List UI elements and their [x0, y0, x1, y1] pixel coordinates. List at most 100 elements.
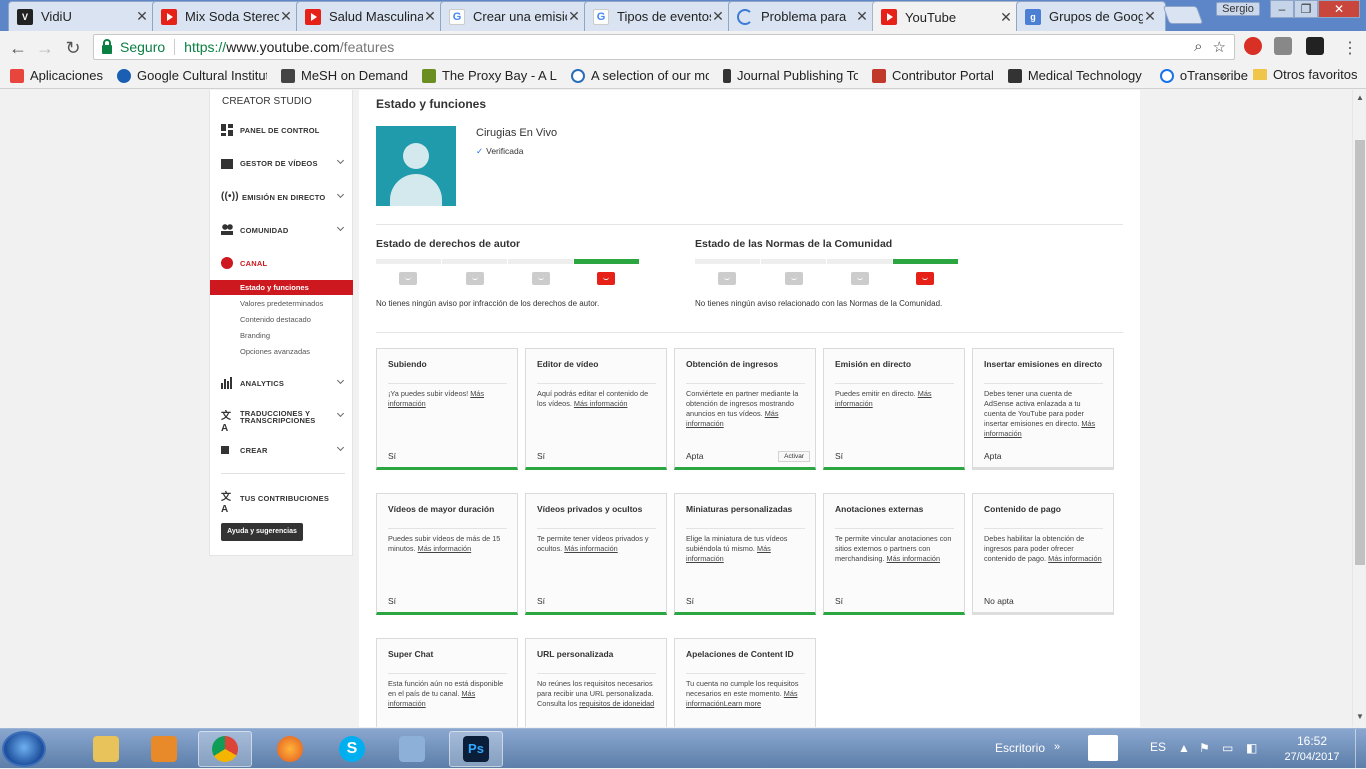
nav-video-manager[interactable]: GESTOR DE VÍDEOS	[210, 153, 353, 173]
bookmark-otranscribe[interactable]: oTranscribe	[1159, 68, 1248, 83]
new-tab-button[interactable]	[1162, 6, 1204, 24]
taskbar-firefox[interactable]	[263, 731, 317, 767]
lock-icon	[102, 38, 112, 54]
minimize-button[interactable]: –	[1270, 0, 1294, 18]
bookmark-mesh[interactable]: MeSH on Demand	[281, 68, 408, 83]
tab-problema[interactable]: Problema para ✕	[728, 1, 878, 31]
bookmarks-overflow-icon[interactable]: »	[1220, 68, 1227, 83]
feature-card-title: Anotaciones externas	[835, 504, 924, 514]
tab-salud-masculina[interactable]: Salud Masculina ✕	[296, 1, 446, 31]
scroll-down-icon[interactable]: ▼	[1356, 712, 1364, 721]
channel-avatar[interactable]	[376, 126, 456, 206]
scroll-up-icon[interactable]: ▲	[1356, 93, 1364, 102]
taskbar-chrome[interactable]	[198, 731, 252, 767]
bookmark-journal-publishing[interactable]: Journal Publishing Tools	[722, 68, 858, 83]
close-window-button[interactable]: ✕	[1318, 0, 1360, 18]
channel-name[interactable]: Cirugias En Vivo	[476, 127, 557, 139]
taskbar-control-panel[interactable]	[385, 731, 439, 767]
close-tab-icon[interactable]: ✕	[135, 8, 149, 25]
more-info-link[interactable]: Más información	[564, 544, 618, 553]
close-tab-icon[interactable]: ✕	[279, 8, 293, 25]
bookmark-selection[interactable]: A selection of our most	[570, 68, 709, 83]
help-feedback-button[interactable]: Ayuda y sugerencias	[221, 523, 303, 541]
bookmark-star-icon[interactable]: ☆	[1213, 38, 1226, 56]
activate-button[interactable]: Activar	[778, 451, 810, 462]
more-info-link[interactable]: Más información	[418, 544, 472, 553]
other-bookmarks[interactable]: Otros favoritos	[1253, 67, 1358, 82]
bookmarks-bar: Aplicaciones Google Cultural Institute M…	[0, 63, 1366, 89]
nav-contributions[interactable]: 文A TUS CONTRIBUCIONES	[210, 488, 353, 515]
bookmark-google-cultural[interactable]: Google Cultural Institute	[117, 68, 267, 83]
dashboard-icon	[221, 124, 233, 136]
close-tab-icon[interactable]: ✕	[423, 8, 437, 25]
feature-card-status: No apta	[984, 596, 1014, 606]
volume-icon[interactable]: ◧	[1246, 741, 1257, 755]
clock-date[interactable]: 27/04/2017	[1282, 751, 1342, 763]
scrollbar-thumb[interactable]	[1355, 140, 1365, 565]
language-indicator[interactable]: ES	[1150, 740, 1166, 754]
taskbar-explorer[interactable]	[79, 731, 133, 767]
bookmark-label: Medical Technology News	[1027, 68, 1146, 83]
close-tab-icon[interactable]: ✕	[999, 9, 1013, 26]
feature-card-description: Puedes emitir en directo. Más informació…	[835, 389, 954, 409]
secure-label: Seguro	[120, 39, 176, 55]
more-info-link[interactable]: Más información	[887, 554, 941, 563]
tab-youtube[interactable]: YouTube ✕	[872, 1, 1022, 32]
amazon-extension-icon[interactable]	[1306, 37, 1324, 55]
more-info-link[interactable]: Más información	[574, 399, 628, 408]
bookmark-proxy-bay[interactable]: The Proxy Bay - A List	[421, 68, 557, 83]
close-tab-icon[interactable]: ✕	[1143, 8, 1157, 25]
more-info-link[interactable]: requisitos de idoneidad	[579, 699, 654, 708]
pen-tablet-icon[interactable]	[1088, 735, 1118, 761]
tab-vidiu[interactable]: V VidiU ✕	[8, 1, 158, 31]
taskbar-media-player[interactable]	[137, 731, 191, 767]
bookmark-medical-technology[interactable]: Medical Technology News	[1007, 68, 1146, 83]
subnav-featured-content[interactable]: Contenido destacado	[210, 312, 353, 327]
reload-icon[interactable]: ↻	[63, 38, 83, 59]
extension-gray-icon[interactable]	[1274, 37, 1292, 55]
tray-expand-icon[interactable]: ▲	[1178, 741, 1190, 755]
subnav-status-features[interactable]: Estado y funciones	[210, 280, 353, 295]
more-info-link[interactable]: Más información	[1048, 554, 1102, 563]
zoom-icon[interactable]: ⌕	[1194, 38, 1202, 56]
toolbar-expand-icon[interactable]: »	[1054, 741, 1060, 753]
subnav-defaults[interactable]: Valores predeterminados	[210, 296, 353, 311]
tab-grupos-google[interactable]: g Grupos de Google✕	[1016, 1, 1166, 31]
feature-card-status: Sí	[835, 596, 844, 606]
close-tab-icon[interactable]: ✕	[711, 8, 725, 25]
nav-channel[interactable]: CANAL	[210, 253, 353, 273]
close-tab-icon[interactable]: ✕	[567, 8, 581, 25]
show-desktop-button[interactable]	[1355, 729, 1366, 769]
maximize-button[interactable]: ❐	[1294, 0, 1318, 18]
chrome-menu-icon[interactable]: ⋮	[1342, 38, 1358, 58]
nav-community[interactable]: COMUNIDAD	[210, 220, 353, 240]
nav-analytics[interactable]: ANALYTICS	[210, 373, 353, 393]
forward-icon[interactable]: →	[35, 38, 55, 59]
taskbar-skype[interactable]: S	[325, 731, 379, 767]
bookmark-apps[interactable]: Aplicaciones	[10, 68, 103, 83]
nav-translations[interactable]: 文A TRADUCCIONES Y TRANSCRIPCIONES	[210, 406, 353, 434]
close-tab-icon[interactable]: ✕	[855, 8, 869, 25]
profile-button[interactable]: Sergio	[1216, 2, 1260, 16]
taskbar-photoshop[interactable]: Ps	[449, 731, 503, 767]
nav-label: CREAR	[240, 445, 268, 455]
tab-tipos-eventos[interactable]: G Tipos de eventos ✕	[584, 1, 734, 31]
desktop-toolbar-label[interactable]: Escritorio	[995, 741, 1045, 755]
subnav-advanced[interactable]: Opciones avanzadas	[210, 344, 353, 359]
nav-dashboard[interactable]: PANEL DE CONTROL	[210, 120, 353, 140]
network-icon[interactable]: ▭	[1222, 741, 1233, 755]
subnav-branding[interactable]: Branding	[210, 328, 353, 343]
back-icon[interactable]: ←	[8, 38, 28, 59]
page-scrollbar[interactable]: ▲ ▼	[1352, 90, 1366, 727]
extension-red-icon[interactable]	[1244, 37, 1262, 55]
tab-mix-soda-stereo[interactable]: Mix Soda Stereo ✕	[152, 1, 302, 31]
action-center-flag-icon[interactable]: ⚑	[1199, 741, 1210, 755]
nav-create[interactable]: CREAR	[210, 440, 353, 460]
bookmark-contributor-portal[interactable]: Contributor Portal	[871, 68, 994, 83]
start-button[interactable]	[2, 731, 46, 767]
tab-crear-emision[interactable]: G Crear una emisión✕	[440, 1, 590, 31]
address-bar[interactable]: Seguro https://www.youtube.com/features …	[93, 34, 1235, 60]
clock-time[interactable]: 16:52	[1282, 734, 1342, 748]
nav-label: ANALYTICS	[240, 378, 285, 388]
nav-live-streaming[interactable]: ((•)) EMISIÓN EN DIRECTO	[210, 187, 353, 207]
